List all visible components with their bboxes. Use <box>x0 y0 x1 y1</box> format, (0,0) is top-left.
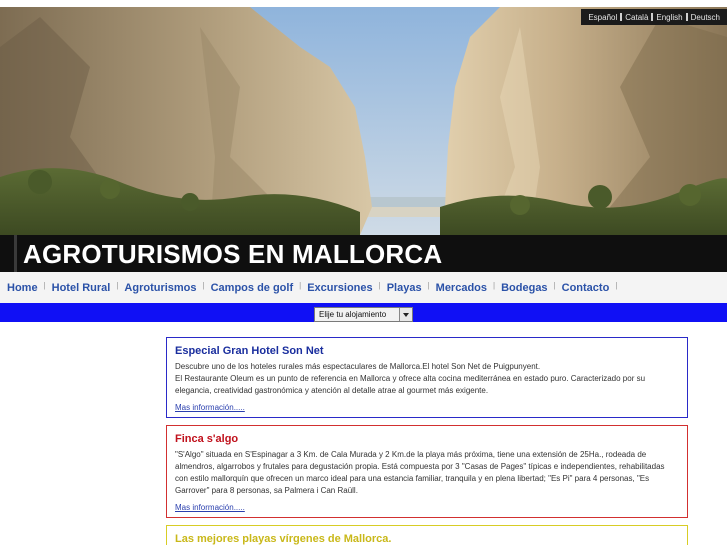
card-title[interactable]: Las mejores playas vírgenes de Mallorca. <box>175 533 679 545</box>
nav-home[interactable]: Home <box>7 282 38 294</box>
card-text: El Restaurante Oleum es un punto de refe… <box>175 374 646 395</box>
nav-separator: | <box>299 281 302 290</box>
gorge-landscape-image <box>0 7 727 235</box>
nav-separator: | <box>427 281 430 290</box>
nav-hotel-rural[interactable]: Hotel Rural <box>52 282 111 294</box>
nav-contacto[interactable]: Contacto <box>562 282 610 294</box>
more-info-link[interactable]: Mas información..... <box>175 403 245 412</box>
lang-link-ca[interactable]: Català <box>622 13 651 22</box>
nav-separator: | <box>615 281 618 290</box>
nav-mercados[interactable]: Mercados <box>436 282 487 294</box>
site-title: AGROTURISMOS EN MALLORCA <box>23 239 443 269</box>
card-text: Descubre uno de los hoteles rurales más … <box>175 362 541 371</box>
card-text: "S'Algo" situada en S'Espinagar a 3 Km. … <box>175 450 665 495</box>
nav-separator: | <box>553 281 556 290</box>
header-photo <box>0 7 727 235</box>
lang-link-es[interactable]: Español <box>585 13 620 22</box>
promo-card: Especial Gran Hotel Son Net Descubre uno… <box>166 337 688 418</box>
nav-bodegas[interactable]: Bodegas <box>501 282 547 294</box>
more-info-link[interactable]: Mas información..... <box>175 503 245 512</box>
nav-separator: | <box>116 281 119 290</box>
nav-agroturismos[interactable]: Agroturismos <box>124 282 196 294</box>
card-title[interactable]: Especial Gran Hotel Son Net <box>175 345 679 357</box>
accommodation-select-value: Elije tu alojamiento <box>319 310 387 319</box>
nav-separator: | <box>202 281 205 290</box>
lang-link-en[interactable]: English <box>653 13 685 22</box>
title-accent <box>14 235 17 272</box>
main-nav: Home | Hotel Rural | Agroturismos | Campos … <box>0 272 727 303</box>
site-title-bar: AGROTURISMOS EN MALLORCA <box>0 235 727 272</box>
nav-campos-de-golf[interactable]: Campos de golf <box>211 282 294 294</box>
lang-link-de[interactable]: Deutsch <box>688 13 723 22</box>
accommodation-select[interactable]: Elije tu alojamiento <box>314 307 413 322</box>
nav-playas[interactable]: Playas <box>387 282 422 294</box>
nav-separator: | <box>43 281 46 290</box>
card-title[interactable]: Finca s'algo <box>175 433 679 445</box>
language-switcher: Español Català English Deutsch <box>581 9 727 25</box>
nav-separator: | <box>493 281 496 290</box>
promo-card: Finca s'algo "S'Algo" situada en S'Espin… <box>166 425 688 518</box>
nav-separator: | <box>378 281 381 290</box>
nav-excursiones[interactable]: Excursiones <box>307 282 372 294</box>
dropdown-arrow-icon[interactable] <box>399 308 412 321</box>
promo-card: Las mejores playas vírgenes de Mallorca. <box>166 525 688 545</box>
